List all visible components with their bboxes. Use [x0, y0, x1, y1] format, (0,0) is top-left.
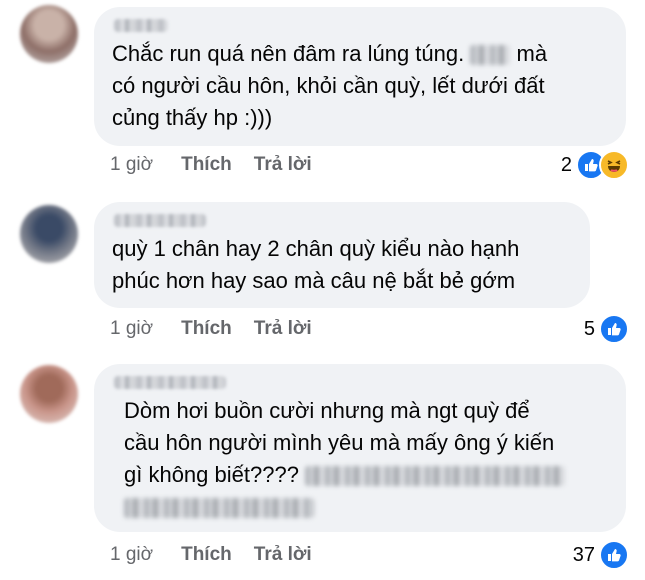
- like-button[interactable]: Thích: [181, 154, 232, 176]
- like-icon: [599, 314, 629, 344]
- comment-text-line: củng thấy hp :))): [112, 105, 273, 130]
- timestamp[interactable]: 1 giờ: [110, 154, 153, 176]
- comment-bubble: Dòm hơi buồn cười nhưng mà ngt quỳ để cầ…: [94, 364, 626, 532]
- comment-bubble: Chắc run quá nên đâm ra lúng túng. mà có…: [94, 7, 626, 146]
- avatar[interactable]: [20, 5, 78, 63]
- reaction-count: 2: [560, 153, 572, 176]
- redacted-text: [305, 466, 566, 487]
- comment-text-line: Dòm hơi buồn cười nhưng mà ngt quỳ để: [124, 398, 530, 423]
- reaction-count: 37: [572, 543, 595, 566]
- comment-text-line: mà: [516, 41, 548, 66]
- comment-text-line: Chắc run quá nên đâm ra lúng túng.: [112, 41, 465, 66]
- reaction-summary[interactable]: 37: [573, 540, 629, 570]
- timestamp[interactable]: 1 giờ: [110, 544, 153, 566]
- redacted-text: [470, 45, 511, 66]
- comment-actions: 1 giờ Thích Trả lời: [110, 154, 334, 176]
- haha-icon: [599, 150, 629, 180]
- redacted-text: [124, 498, 314, 519]
- comment-text-line: cầu hôn người mình yêu mà mấy ông ý kiến: [124, 430, 555, 455]
- comment-text: Chắc run quá nên đâm ra lúng túng. mà có…: [112, 38, 608, 134]
- author-name-blurred[interactable]: [114, 376, 226, 389]
- avatar[interactable]: [20, 205, 78, 263]
- comment-text: Dòm hơi buồn cười nhưng mà ngt quỳ để cầ…: [112, 395, 608, 523]
- reaction-summary[interactable]: 5: [584, 314, 629, 344]
- like-icon: [599, 540, 629, 570]
- comment-actions: 1 giờ Thích Trả lời: [110, 544, 334, 566]
- reply-button[interactable]: Trả lời: [254, 154, 312, 176]
- comment-text-line: quỳ 1 chân hay 2 chân quỳ kiểu nào hạnh: [112, 236, 520, 261]
- reply-button[interactable]: Trả lời: [254, 544, 312, 566]
- author-name-blurred[interactable]: [114, 214, 206, 227]
- timestamp[interactable]: 1 giờ: [110, 318, 153, 340]
- like-button[interactable]: Thích: [181, 318, 232, 340]
- comment-actions: 1 giờ Thích Trả lời: [110, 318, 334, 340]
- author-name-blurred[interactable]: [114, 19, 168, 32]
- comment-text-line: gì không biết????: [124, 462, 299, 487]
- avatar[interactable]: [20, 365, 78, 423]
- comment-text: quỳ 1 chân hay 2 chân quỳ kiểu nào hạnh …: [112, 233, 572, 297]
- comment-text-line: phúc hơn hay sao mà câu nệ bắt bẻ gớm: [112, 268, 516, 293]
- reply-button[interactable]: Trả lời: [254, 318, 312, 340]
- reaction-count: 5: [583, 317, 595, 340]
- like-button[interactable]: Thích: [181, 544, 232, 566]
- comment-text-line: có người cầu hôn, khỏi cần quỳ, lết dưới…: [112, 73, 545, 98]
- reaction-summary[interactable]: 2: [561, 150, 629, 180]
- comment-bubble: quỳ 1 chân hay 2 chân quỳ kiểu nào hạnh …: [94, 202, 590, 308]
